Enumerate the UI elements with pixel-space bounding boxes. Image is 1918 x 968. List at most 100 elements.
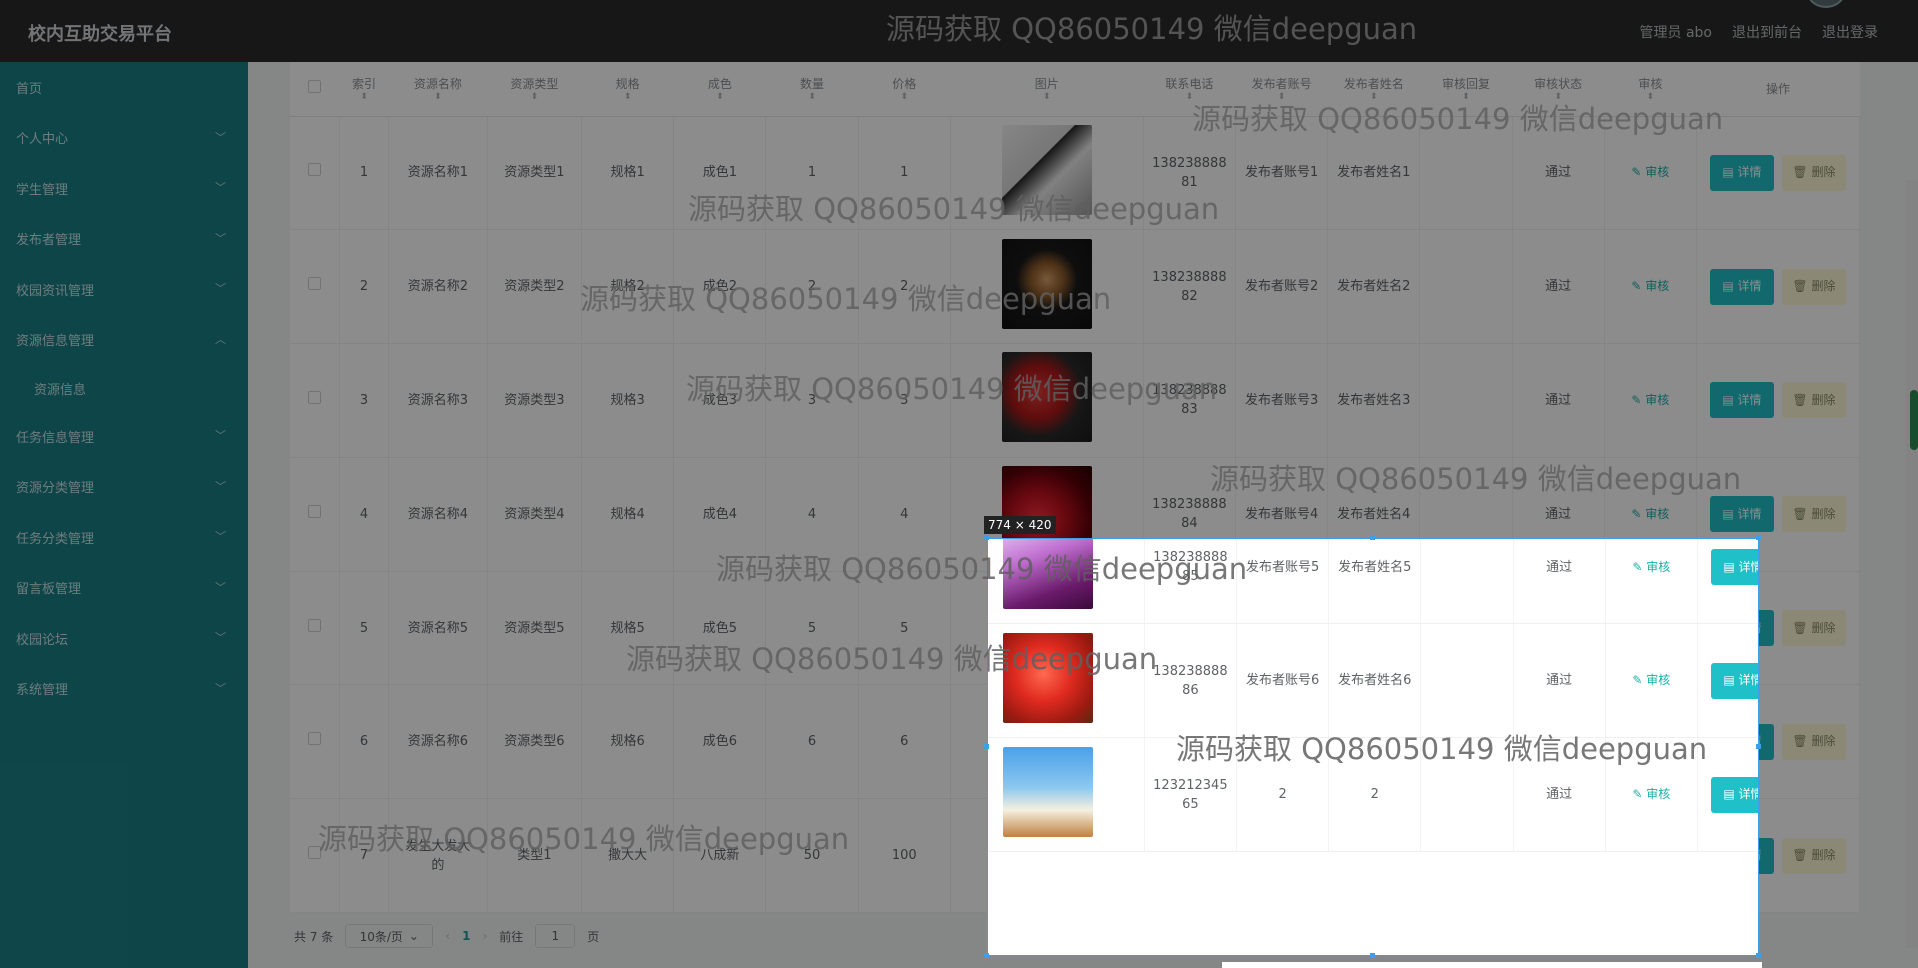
sidebar-item[interactable]: 任务信息管理 ﹀ <box>0 411 248 462</box>
sort-icon[interactable]: ⬍ <box>1512 92 1604 102</box>
row-checkbox[interactable] <box>307 163 321 177</box>
resize-handle[interactable] <box>984 744 989 749</box>
sort-icon[interactable]: ⬍ <box>674 92 766 102</box>
audit-link[interactable]: ✎ 审核 <box>1631 393 1669 407</box>
detail-button[interactable]: ▤ 详情 <box>1709 154 1774 191</box>
detail-button[interactable]: ▤ 详情 <box>1710 549 1758 586</box>
sort-icon[interactable]: ⬍ <box>1143 92 1235 102</box>
prev-page-icon[interactable]: ‹ <box>445 929 450 943</box>
sidebar-item[interactable]: 校园资讯管理 ﹀ <box>0 264 248 315</box>
delete-button[interactable]: 🗑 删除 <box>1781 496 1846 533</box>
cell-type: 资源类型3 <box>487 343 583 458</box>
cell-publisher-name: 发布者姓名3 <box>1327 343 1421 458</box>
checkbox[interactable] <box>308 80 322 94</box>
cell-account: 发布者账号6 <box>1236 623 1330 739</box>
sidebar-item[interactable]: 个人中心 ﹀ <box>0 113 248 164</box>
cell-type: 资源类型1 <box>487 116 583 231</box>
delete-button[interactable]: 🗑 删除 <box>1781 610 1846 647</box>
sidebar-item[interactable]: 任务分类管理 ﹀ <box>0 512 248 563</box>
sort-icon[interactable]: ⬍ <box>766 92 858 102</box>
sort-icon[interactable]: ⬍ <box>582 92 674 102</box>
sidebar-item[interactable]: 首页 <box>0 62 248 113</box>
sort-icon[interactable]: ⬍ <box>1235 92 1327 102</box>
column-header[interactable]: 审核回复 ⬍ <box>1419 62 1513 117</box>
page-size-select[interactable]: 10条/页 ⌄ <box>345 924 434 948</box>
detail-button[interactable]: ▤ 详情 <box>1710 662 1758 699</box>
sidebar-item[interactable]: 学生管理 ﹀ <box>0 163 248 214</box>
resize-handle[interactable] <box>1756 535 1761 540</box>
delete-button[interactable]: 🗑 删除 <box>1781 268 1846 305</box>
column-header[interactable]: 数量 ⬍ <box>765 62 859 117</box>
resize-handle[interactable] <box>1370 535 1375 540</box>
column-header[interactable]: 发布者姓名 ⬍ <box>1327 62 1420 117</box>
logout-link[interactable]: 退出登录 <box>1822 22 1878 42</box>
audit-link[interactable]: ✎ 审核 <box>1632 787 1670 801</box>
cell-publisher-name: 发布者姓名5 <box>1328 539 1422 625</box>
column-header[interactable]: 图片 ⬍ <box>950 62 1144 117</box>
sort-icon[interactable]: ⬍ <box>1328 92 1420 102</box>
chevron-down-icon: ﹀ <box>215 429 226 442</box>
sort-icon[interactable]: ⬍ <box>389 92 488 102</box>
cell-image <box>950 229 1144 345</box>
sort-icon[interactable]: ⬍ <box>487 92 581 102</box>
next-page-icon[interactable]: › <box>482 929 487 943</box>
sort-icon[interactable]: ⬍ <box>1604 92 1696 102</box>
sidebar-subitem[interactable]: 资源信息 <box>0 365 248 411</box>
resize-handle[interactable] <box>984 535 989 540</box>
back-to-frontend-link[interactable]: 退出到前台 <box>1732 22 1802 42</box>
delete-button[interactable]: 🗑 删除 <box>1781 382 1846 419</box>
sidebar-item[interactable]: 发布者管理 ﹀ <box>0 214 248 265</box>
sort-icon[interactable]: ⬍ <box>1420 92 1512 102</box>
sidebar-item[interactable]: 资源信息管理 ︿ <box>0 315 248 366</box>
delete-button[interactable]: 🗑 删除 <box>1781 837 1846 874</box>
audit-link[interactable]: ✎ 审核 <box>1632 673 1670 687</box>
delete-button[interactable]: 🗑 删除 <box>1781 723 1846 760</box>
goto-page-input[interactable]: 1 <box>535 924 576 948</box>
detail-button[interactable]: ▤ 详情 <box>1710 776 1758 813</box>
column-header[interactable]: 审核状态 ⬍ <box>1512 62 1605 117</box>
audit-link[interactable]: ✎ 审核 <box>1631 279 1669 293</box>
admin-user-link[interactable]: 管理员 abo <box>1640 22 1712 42</box>
audit-link[interactable]: ✎ 审核 <box>1631 507 1669 521</box>
column-header[interactable]: 资源类型 ⬍ <box>487 62 582 117</box>
detail-button[interactable]: ▤ 详情 <box>1709 268 1774 305</box>
page-number-current[interactable]: 1 <box>462 929 470 943</box>
page-scrollbar[interactable] <box>1906 180 1918 948</box>
column-header[interactable]: 联系电话 ⬍ <box>1143 62 1236 117</box>
row-checkbox[interactable] <box>307 846 321 860</box>
column-header[interactable]: 成色 ⬍ <box>673 62 766 117</box>
sort-icon[interactable]: ⬍ <box>950 92 1143 102</box>
column-header[interactable]: 发布者账号 ⬍ <box>1235 62 1328 117</box>
sort-icon[interactable]: ⬍ <box>858 92 950 102</box>
detail-button[interactable]: ▤ 详情 <box>1709 496 1774 533</box>
cell-price: 3 <box>858 343 951 458</box>
sidebar-item[interactable]: 系统管理 ﹀ <box>0 664 248 715</box>
row-checkbox[interactable] <box>307 390 321 404</box>
column-header[interactable]: 审核 ⬍ <box>1604 62 1697 117</box>
delete-button[interactable]: 🗑 删除 <box>1781 154 1846 191</box>
scrollbar-thumb[interactable] <box>1910 390 1918 450</box>
column-header[interactable]: 规格 ⬍ <box>581 62 674 117</box>
select-all-header[interactable] <box>290 62 340 117</box>
row-checkbox[interactable] <box>307 732 321 746</box>
resize-handle[interactable] <box>1756 953 1761 958</box>
capture-selection[interactable]: 索引⬍资源名称⬍资源类型⬍规格⬍成色⬍数量⬍价格⬍图片⬍联系电话⬍发布者账号⬍发… <box>987 538 1759 956</box>
column-header[interactable]: 索引 ⬍ <box>339 62 389 117</box>
row-checkbox[interactable] <box>307 618 321 632</box>
resize-handle[interactable] <box>1370 953 1375 958</box>
column-header[interactable]: 资源名称 ⬍ <box>388 62 488 117</box>
row-checkbox[interactable] <box>307 277 321 291</box>
sidebar-item[interactable]: 校园论坛 ﹀ <box>0 613 248 664</box>
resize-handle[interactable] <box>1756 744 1761 749</box>
sidebar-item[interactable]: 资源分类管理 ﹀ <box>0 462 248 513</box>
row-checkbox[interactable] <box>307 504 321 518</box>
resize-handle[interactable] <box>984 953 989 958</box>
audit-link[interactable]: ✎ 审核 <box>1632 560 1670 574</box>
column-header[interactable]: 价格 ⬍ <box>858 62 951 117</box>
goto-suffix: 页 <box>587 929 600 944</box>
sidebar-item[interactable]: 留言板管理 ﹀ <box>0 563 248 614</box>
audit-link[interactable]: ✎ 审核 <box>1631 165 1669 179</box>
avatar[interactable] <box>1806 0 1846 8</box>
sort-icon[interactable]: ⬍ <box>339 92 388 102</box>
detail-button[interactable]: ▤ 详情 <box>1709 382 1774 419</box>
